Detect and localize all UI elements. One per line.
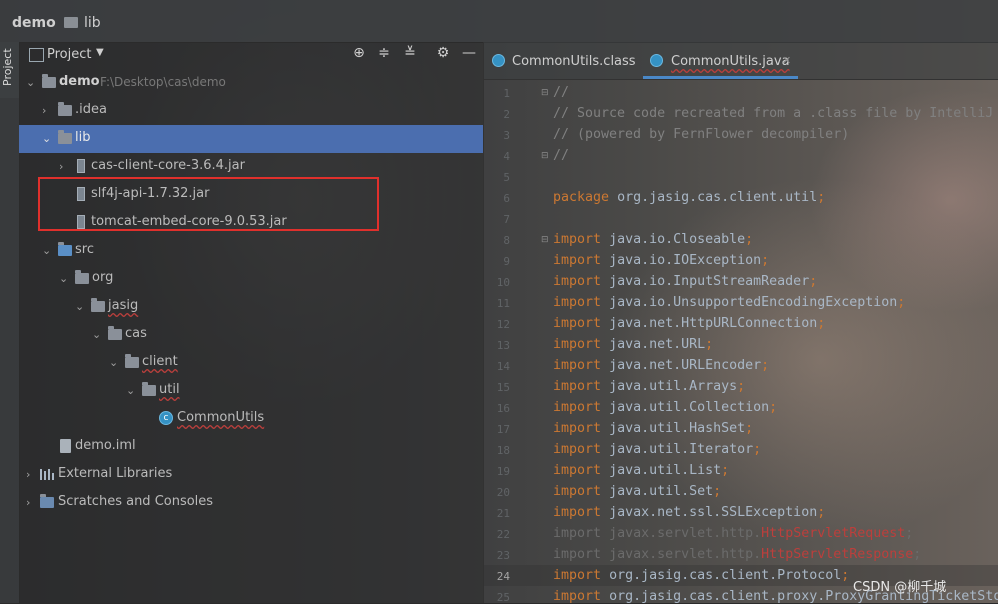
line-number: 10: [496, 276, 510, 289]
code-line-import: import javax.net.ssl.SSLException;: [553, 505, 826, 520]
line-number: 8: [503, 234, 510, 247]
line-number: 12: [496, 318, 510, 331]
line-number: 20: [496, 486, 510, 499]
code-line-import: import java.io.Closeable;: [553, 232, 754, 247]
code-line-import: import java.util.Set;: [553, 484, 722, 499]
code-line-import: import java.util.Arrays;: [553, 379, 746, 394]
line-number: 13: [496, 339, 510, 352]
code-line-import: import java.io.InputStreamReader;: [553, 274, 818, 289]
fold-icon[interactable]: ⊟: [541, 88, 549, 98]
code-editor[interactable]: 1 2 3 4 5 6 7 8 9 10 11 12 13 14 15 16 1…: [0, 0, 998, 604]
line-number: 3: [503, 129, 510, 142]
line-number: 5: [503, 171, 510, 184]
code-line-import: import java.net.URLEncoder;: [553, 358, 770, 373]
code-comment: // Source code recreated from a .class f…: [553, 106, 994, 121]
code-line-import: import org.jasig.cas.client.Protocol;: [553, 568, 850, 583]
code-comment: //: [553, 85, 570, 100]
line-number: 22: [496, 528, 510, 541]
line-number: 9: [503, 255, 510, 268]
highlight-box: [38, 177, 379, 231]
code-line-import: import java.util.List;: [553, 463, 730, 478]
line-number: 16: [496, 402, 510, 415]
fold-icon[interactable]: ⊟: [541, 235, 549, 245]
line-number: 24: [496, 570, 510, 583]
line-number: 4: [503, 150, 510, 163]
code-line-import: import java.io.UnsupportedEncodingExcept…: [553, 295, 906, 310]
code-line-import: import java.io.IOException;: [553, 253, 770, 268]
code-comment: // (powered by FernFlower decompiler): [553, 127, 850, 142]
code-line-import: import java.net.HttpURLConnection;: [553, 316, 826, 331]
code-line-import: import java.util.HashSet;: [553, 421, 754, 436]
line-number: 17: [496, 423, 510, 436]
code-line-unresolved-import: import javax.servlet.http.HttpServletReq…: [553, 526, 914, 541]
line-number: 23: [496, 549, 510, 562]
code-line-import: import java.util.Collection;: [553, 400, 778, 415]
line-number: 7: [503, 213, 510, 226]
code-line-import: import java.util.Iterator;: [553, 442, 762, 457]
line-number: 11: [496, 297, 510, 310]
watermark: CSDN @柳千城: [853, 580, 947, 595]
fold-icon[interactable]: ⊟: [541, 151, 549, 161]
keyword: package: [553, 190, 610, 205]
package-name: org.jasig.cas.client.util: [617, 190, 818, 205]
code-line-package: package org.jasig.cas.client.util;: [553, 190, 826, 205]
line-number: 21: [496, 507, 510, 520]
line-number: 15: [496, 381, 510, 394]
unresolved-symbol: HttpServletResponse: [761, 547, 914, 562]
line-number: 6: [503, 192, 510, 205]
line-number: 2: [503, 108, 510, 121]
line-number: 18: [496, 444, 510, 457]
code-line-unresolved-import: import javax.servlet.http.HttpServletRes…: [553, 547, 922, 562]
line-number: 19: [496, 465, 510, 478]
code-line-import: import java.net.URL;: [553, 337, 714, 352]
line-number: 25: [496, 591, 510, 604]
unresolved-symbol: HttpServletRequest: [761, 526, 906, 541]
line-number: 1: [503, 87, 510, 100]
code-comment: //: [553, 148, 570, 163]
line-number: 14: [496, 360, 510, 373]
